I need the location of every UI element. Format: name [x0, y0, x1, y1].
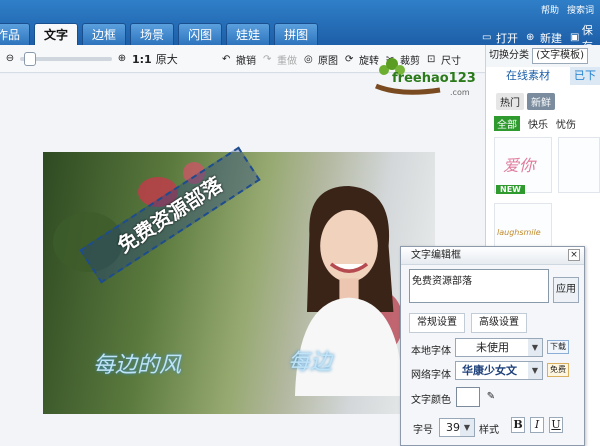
- redo-label: 重做: [277, 56, 297, 67]
- top-links: 帮助 搜索词: [541, 3, 594, 16]
- tab-collage[interactable]: 拼图: [274, 23, 319, 45]
- portrait: [295, 186, 403, 396]
- chevron-down-icon: ▼: [460, 419, 474, 436]
- tab-doll[interactable]: 娃娃: [226, 23, 271, 45]
- tab-scene[interactable]: 场景: [130, 23, 175, 45]
- main-tabs: 作品 文字 边框 场景 闪图 娃娃 拼图: [0, 21, 319, 45]
- decorative-text-right[interactable]: 每边: [288, 344, 332, 376]
- download-font-button[interactable]: 下载: [547, 340, 569, 354]
- zoom-ratio[interactable]: 1:1: [132, 53, 152, 66]
- folder-icon: ▭: [482, 32, 492, 43]
- chevron-down-icon: ▼: [528, 362, 542, 379]
- underline-button[interactable]: U: [549, 417, 563, 433]
- text-color-label: 文字颜色: [411, 395, 451, 406]
- font-size-value: 39: [446, 421, 460, 434]
- eyedropper-icon[interactable]: ✎: [485, 391, 497, 403]
- tab-downloaded[interactable]: 已下: [570, 67, 600, 85]
- zoom-slider-handle[interactable]: [24, 52, 36, 66]
- web-font-label: 网络字体: [411, 370, 451, 381]
- subfilter-all[interactable]: 全部: [494, 116, 520, 131]
- redo-button[interactable]: ↷ 重做: [263, 52, 297, 68]
- local-font-select[interactable]: 未使用 ▼: [455, 338, 543, 357]
- original-size-button[interactable]: 原大: [156, 51, 178, 67]
- text-edit-dialog: 文字编辑框 × 免费资源部落 应用 常规设置 高级设置 本地字体 未使用 ▼ 下…: [400, 246, 585, 446]
- free-font-button[interactable]: 免费: [547, 363, 569, 377]
- local-font-label: 本地字体: [411, 346, 451, 357]
- decorative-text-left[interactable]: 每边的风: [93, 347, 181, 379]
- logo-text: freehao123: [392, 71, 476, 86]
- font-size-label: 字号: [413, 425, 433, 436]
- undo-button[interactable]: ↶ 撤销: [222, 52, 256, 68]
- zoom-in-icon[interactable]: ⊕: [116, 53, 128, 65]
- open-label: 打开: [496, 32, 518, 45]
- filter-hot[interactable]: 热门: [496, 93, 524, 110]
- undo-icon: ↶: [222, 53, 231, 65]
- switch-category-label: 切换分类: [489, 50, 529, 61]
- original-icon: ◎: [304, 53, 313, 65]
- undo-label: 撤销: [236, 56, 256, 67]
- italic-button[interactable]: I: [530, 417, 544, 433]
- freehao123-logo: freehao123 .com: [375, 58, 476, 97]
- subfilter-sad[interactable]: 忧伤: [556, 116, 576, 131]
- dialog-title[interactable]: 文字编辑框: [401, 247, 584, 265]
- new-badge: NEW: [496, 185, 525, 194]
- zoom-out-icon[interactable]: ⊖: [4, 53, 16, 65]
- redo-icon: ↷: [263, 53, 272, 65]
- apply-button[interactable]: 应用: [553, 277, 579, 303]
- plus-icon: ⊕: [526, 32, 535, 43]
- tab-works[interactable]: 作品: [0, 23, 31, 45]
- tab-advanced-settings[interactable]: 高级设置: [471, 313, 527, 333]
- top-bar: 帮助 搜索词 作品 文字 边框 场景 闪图 娃娃 拼图 ▭打开 ⊕新建 ▣保存: [0, 0, 600, 53]
- thumb-label: laughsmile: [497, 228, 541, 237]
- web-font-value: 华康少女文: [462, 364, 517, 377]
- category-select[interactable]: (文字模板): [532, 48, 588, 64]
- web-font-select[interactable]: 华康少女文 ▼: [455, 361, 543, 380]
- material-thumbnail[interactable]: 爱你 NEW: [494, 137, 552, 194]
- tab-flash[interactable]: 闪图: [178, 23, 223, 45]
- original-button[interactable]: ◎ 原图: [304, 52, 338, 68]
- logo-suffix: .com: [450, 88, 470, 97]
- filter-new[interactable]: 新鲜: [527, 93, 555, 110]
- new-label: 新建: [540, 32, 562, 45]
- disk-icon: ▣: [570, 32, 580, 43]
- bold-button[interactable]: B: [511, 417, 525, 433]
- tab-border[interactable]: 边框: [82, 23, 127, 45]
- subfilter-chips: 全部 快乐 忧伤: [486, 110, 600, 131]
- material-thumbnail[interactable]: [558, 137, 600, 193]
- zoom-slider[interactable]: [20, 52, 112, 66]
- category-row: 切换分类 (文字模板): [486, 45, 600, 67]
- font-size-select[interactable]: 39 ▼: [439, 418, 475, 437]
- original-label: 原图: [318, 56, 338, 67]
- tab-common-settings[interactable]: 常规设置: [409, 313, 465, 333]
- rotate-icon: ⟳: [345, 53, 354, 65]
- filter-chips: 热门 新鲜: [486, 85, 600, 110]
- zoom-control: ⊖ ⊕ 1:1 原大: [4, 51, 178, 67]
- search-link[interactable]: 搜索词: [567, 3, 594, 16]
- subfilter-happy[interactable]: 快乐: [528, 116, 548, 131]
- style-label: 样式: [479, 425, 499, 436]
- help-link[interactable]: 帮助: [541, 3, 559, 16]
- chevron-down-icon: ▼: [528, 339, 542, 356]
- thumb-label: 爱你: [503, 156, 536, 175]
- local-font-value: 未使用: [476, 341, 509, 354]
- tab-text[interactable]: 文字: [34, 23, 79, 45]
- tab-online-material[interactable]: 在线素材: [486, 67, 570, 85]
- text-input[interactable]: 免费资源部落: [409, 269, 549, 303]
- color-swatch[interactable]: [456, 387, 480, 407]
- close-icon[interactable]: ×: [568, 249, 580, 261]
- material-tabs: 在线素材 已下: [486, 67, 600, 85]
